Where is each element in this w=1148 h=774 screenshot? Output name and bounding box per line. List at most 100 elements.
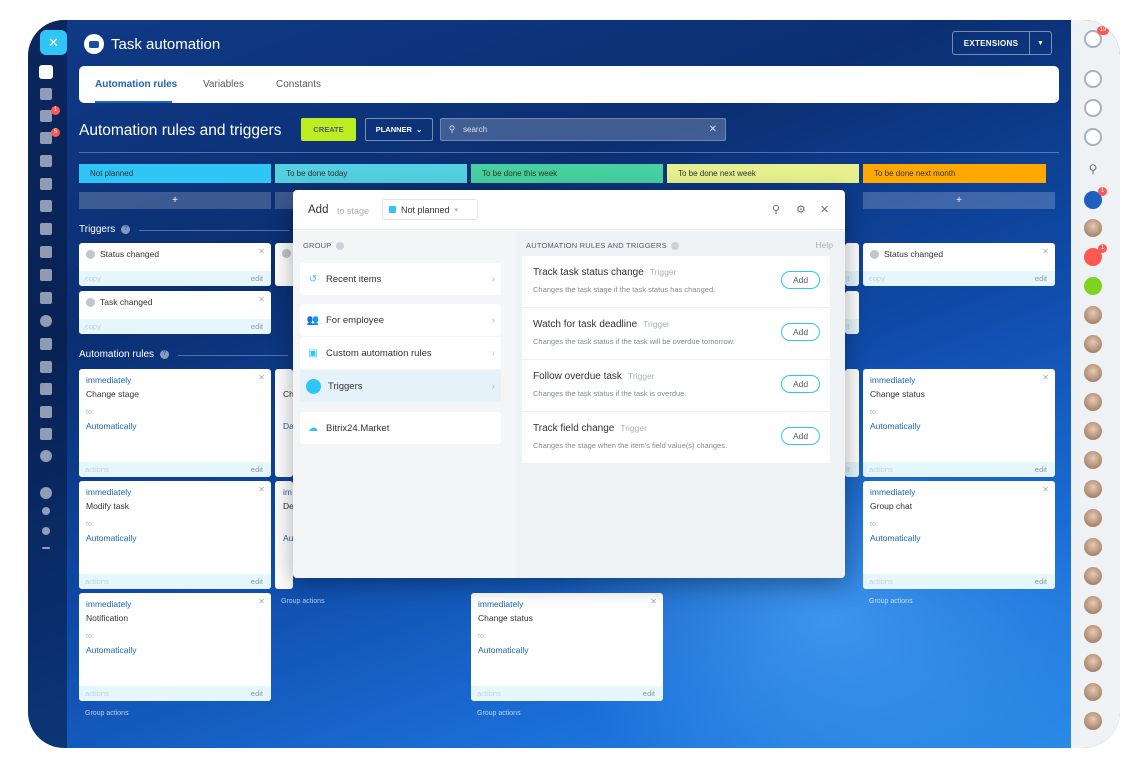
extensions-button[interactable]: EXTENSIONS ▼ [952, 31, 1052, 55]
drive-icon[interactable] [40, 200, 52, 212]
actions-link[interactable]: actions [869, 465, 893, 474]
search-input[interactable]: ⚲ search ✕ [440, 118, 726, 141]
chevron-down-icon[interactable]: ▼ [1029, 32, 1051, 54]
clear-search-icon[interactable]: ✕ [709, 124, 717, 135]
group-actions-link[interactable]: Group actions [869, 598, 913, 605]
close-icon[interactable]: ✕ [1042, 485, 1049, 494]
robot-icon[interactable] [40, 383, 52, 395]
rule-card[interactable]: immediately Change stage to: Automatical… [79, 369, 271, 477]
trigger-item[interactable]: Watch for task deadline Trigger Changes t… [522, 308, 830, 360]
copilot-icon[interactable] [1084, 70, 1102, 88]
actions-link[interactable]: actions [85, 577, 109, 586]
add-icon[interactable] [42, 547, 50, 549]
group-actions-link[interactable]: Group actions [281, 598, 325, 605]
avatar[interactable] [1084, 335, 1102, 353]
stage-select[interactable]: Not planned ▾ [382, 199, 478, 220]
avatar[interactable] [1084, 712, 1102, 730]
edit-link[interactable]: edit [1035, 462, 1047, 477]
edit-link[interactable]: edit [251, 574, 263, 589]
edit-link[interactable]: edit [1035, 574, 1047, 589]
close-icon[interactable]: ✕ [258, 247, 265, 256]
edit-link[interactable]: edit [251, 319, 263, 334]
pay-icon[interactable] [40, 361, 52, 373]
actions-link[interactable]: actions [85, 465, 109, 474]
rule-timing[interactable]: immediately [870, 375, 915, 385]
add-stage-item-button[interactable]: + [79, 192, 271, 209]
trigger-card[interactable]: Task changed ✕ copy edit [79, 291, 271, 334]
help-icon[interactable] [40, 487, 52, 499]
actions-link[interactable]: actions [477, 689, 501, 698]
tab-automation-rules[interactable]: Automation rules [95, 79, 177, 90]
copy-link[interactable]: copy [869, 274, 885, 283]
trigger-card-partial[interactable]: lt [845, 243, 859, 286]
avatar[interactable] [1084, 567, 1102, 585]
group-actions-link[interactable]: Group actions [85, 710, 129, 717]
feed-icon[interactable] [40, 88, 52, 100]
trigger-card[interactable]: Status changed ✕ copy edit [79, 243, 271, 286]
close-icon[interactable]: ✕ [1042, 373, 1049, 382]
rule-card[interactable]: immediately Modify task to: Automaticall… [79, 481, 271, 589]
rule-timing[interactable]: immediately [86, 599, 131, 609]
box-icon[interactable] [40, 406, 52, 418]
edit-link[interactable]: edit [643, 686, 655, 701]
avatar[interactable] [1084, 422, 1102, 440]
stage-header[interactable]: To be done today [275, 164, 467, 183]
stage-header[interactable]: To be done this week [471, 164, 663, 183]
trigger-item[interactable]: Follow overdue task Trigger Changes the t… [522, 360, 830, 412]
more-icon[interactable] [40, 450, 52, 462]
actions-link[interactable]: actions [869, 577, 893, 586]
search-icon[interactable]: ⚲ [1084, 160, 1102, 178]
add-stage-item-button[interactable]: + [863, 192, 1055, 209]
inbox-icon[interactable] [40, 110, 52, 122]
add-trigger-button[interactable]: Add [781, 427, 820, 445]
close-icon[interactable]: ✕ [258, 295, 265, 304]
bell-icon[interactable] [1084, 99, 1102, 117]
avatar[interactable] [1084, 364, 1102, 382]
close-icon[interactable]: ✕ [258, 597, 265, 606]
close-menu-button[interactable]: ✕ [40, 30, 67, 55]
avatar[interactable] [1084, 654, 1102, 672]
edit-link[interactable]: edit [1035, 271, 1047, 286]
close-icon[interactable]: ✕ [820, 203, 829, 216]
rule-assignee[interactable]: Automatically [86, 533, 137, 543]
target-icon[interactable] [40, 315, 52, 327]
close-icon[interactable]: ✕ [650, 597, 657, 606]
tab-variables[interactable]: Variables [203, 79, 244, 90]
planner-button[interactable]: PLANNER ⌄ [365, 118, 433, 141]
rule-timing[interactable]: immediately [86, 487, 131, 497]
help-icon[interactable] [670, 241, 679, 250]
stage-header[interactable]: To be done next month [863, 164, 1046, 183]
help-link[interactable]: Help [816, 240, 833, 250]
tasks-icon[interactable] [39, 65, 53, 79]
trigger-item[interactable]: Track field change Trigger Changes the st… [522, 412, 830, 464]
avatar[interactable] [1084, 480, 1102, 498]
trigger-card-partial[interactable]: lt [845, 291, 859, 334]
rule-card-partial[interactable]: Ch Da [275, 369, 293, 477]
stage-header[interactable]: To be done next week [667, 164, 859, 183]
avatar[interactable] [1084, 538, 1102, 556]
rule-assignee[interactable]: Automatically [86, 645, 137, 655]
avatar[interactable] [1084, 683, 1102, 701]
avatar[interactable] [1084, 596, 1102, 614]
create-button[interactable]: CREATE [301, 118, 356, 141]
help-icon[interactable]: ? [121, 225, 131, 234]
edit-link[interactable]: edit [251, 271, 263, 286]
help-icon[interactable]: ? [160, 350, 170, 359]
edit-link[interactable]: edit [251, 462, 263, 477]
help-icon[interactable] [335, 241, 344, 250]
rule-assignee[interactable]: Automatically [86, 421, 137, 431]
filter-icon[interactable] [40, 269, 52, 281]
rule-card[interactable]: immediately Change status to: Automatica… [863, 369, 1055, 477]
group-item-custom-rules[interactable]: ▣ Custom automation rules › [300, 337, 501, 369]
add-trigger-button[interactable]: Add [781, 271, 820, 289]
add-trigger-button[interactable]: Add [781, 323, 820, 341]
rule-card[interactable]: immediately Group chat to: Automatically… [863, 481, 1055, 589]
search-icon[interactable]: ⚲ [772, 203, 780, 216]
trigger-item[interactable]: Track task status change Trigger Changes … [522, 256, 830, 308]
settings-icon[interactable] [42, 527, 50, 535]
close-icon[interactable]: ✕ [1042, 247, 1049, 256]
rule-timing[interactable]: immediately [870, 487, 915, 497]
timeman-icon[interactable] [1084, 128, 1102, 146]
company-icon[interactable] [40, 292, 52, 304]
tab-constants[interactable]: Constants [276, 79, 321, 90]
